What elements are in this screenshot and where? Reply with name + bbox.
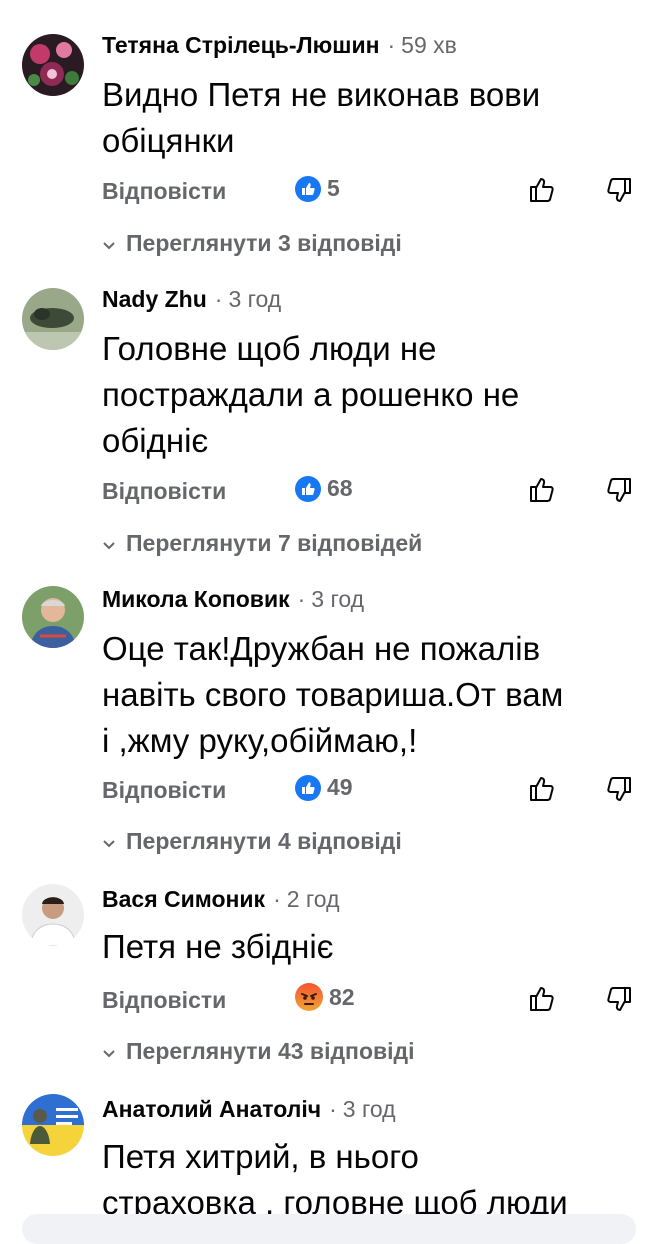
comment-header: Анатолий Анатоліч · 3 год — [102, 1096, 396, 1123]
separator: · — [214, 286, 223, 312]
reaction-count: 68 — [327, 475, 353, 501]
reaction-summary[interactable]: 49 — [295, 774, 353, 801]
like-reaction-icon — [295, 475, 321, 502]
thumb-down-icon[interactable] — [603, 775, 633, 805]
comment-text-line: Видно Петя не виконав вови — [102, 76, 541, 113]
comment-text: Петя хитрий, в нього страховка , головне… — [102, 1134, 642, 1224]
avatar[interactable] — [22, 1094, 84, 1156]
comment-text: Головне щоб люди не постраждали а рошенк… — [102, 326, 642, 464]
thumb-down-icon[interactable] — [603, 476, 633, 506]
timestamp[interactable]: 3 год — [228, 286, 281, 312]
comment-text: Петя не збідніє — [102, 924, 642, 970]
timestamp[interactable]: 3 год — [343, 1096, 396, 1122]
comment-text-line: Петя хитрий, в нього — [102, 1138, 419, 1175]
author-name[interactable]: Тетяна Стрілець-Люшин — [102, 32, 379, 58]
thumb-up-icon[interactable] — [528, 983, 558, 1013]
chevron-down-icon — [102, 530, 116, 557]
view-replies-link[interactable]: Переглянути 43 відповіді — [102, 1038, 415, 1065]
view-replies-label: Переглянути 3 відповіді — [126, 230, 402, 256]
author-name[interactable]: Вася Симоник — [102, 886, 265, 912]
comment-text: Видно Петя не виконав вови обіцянки — [102, 72, 642, 164]
author-name[interactable]: Nady Zhu — [102, 286, 207, 312]
timestamp[interactable]: 3 год — [311, 586, 364, 612]
thumb-down-icon[interactable] — [603, 985, 633, 1015]
comment-header: Nady Zhu · 3 год — [102, 286, 281, 313]
reaction-summary[interactable]: 82 — [295, 983, 355, 1011]
reply-button[interactable]: Відповісти — [102, 777, 226, 804]
view-replies-label: Переглянути 4 відповіді — [126, 828, 402, 854]
reaction-summary[interactable]: 68 — [295, 475, 353, 502]
reaction-count: 5 — [327, 175, 340, 201]
chevron-down-icon — [102, 828, 116, 855]
comment-text-line: Головне щоб люди не — [102, 330, 437, 367]
view-replies-link[interactable]: Переглянути 3 відповіді — [102, 230, 402, 257]
avatar[interactable] — [22, 586, 84, 648]
reply-button[interactable]: Відповісти — [102, 178, 226, 205]
chevron-down-icon — [102, 1038, 116, 1065]
like-reaction-icon — [295, 774, 321, 801]
separator: · — [297, 586, 306, 612]
comment-header: Тетяна Стрілець-Люшин · 59 хв — [102, 32, 457, 59]
comment-text-line: Петя не збідніє — [102, 928, 334, 965]
timestamp[interactable]: 59 хв — [401, 32, 457, 58]
comment-header: Микола Коповик · 3 год — [102, 586, 364, 613]
reaction-count: 49 — [327, 774, 353, 800]
timestamp[interactable]: 2 год — [287, 886, 340, 912]
thumb-up-icon[interactable] — [528, 174, 558, 204]
angry-reaction-icon — [295, 983, 323, 1011]
comment-text-line: обіцянки — [102, 122, 235, 159]
chevron-down-icon — [102, 230, 116, 257]
view-replies-label: Переглянути 7 відповідей — [126, 530, 423, 556]
separator: · — [387, 32, 396, 58]
reaction-summary[interactable]: 5 — [295, 175, 340, 202]
reaction-count: 82 — [329, 983, 355, 1010]
bottom-input-bar[interactable] — [22, 1214, 636, 1244]
separator: · — [329, 1096, 337, 1122]
comment-text-line: постраждали а рошенко не — [102, 376, 520, 413]
thumb-down-icon[interactable] — [603, 176, 633, 206]
view-replies-link[interactable]: Переглянути 7 відповідей — [102, 530, 422, 557]
avatar[interactable] — [22, 884, 84, 946]
view-replies-link[interactable]: Переглянути 4 відповіді — [102, 828, 402, 855]
reply-button[interactable]: Відповісти — [102, 478, 226, 505]
author-name[interactable]: Анатолий Анатоліч — [102, 1096, 321, 1122]
author-name[interactable]: Микола Коповик — [102, 586, 290, 612]
avatar[interactable] — [22, 34, 84, 96]
thumb-up-icon[interactable] — [528, 773, 558, 803]
view-replies-label: Переглянути 43 відповіді — [126, 1038, 415, 1064]
comment-text-line: Оце так!Дружбан не пожалів — [102, 630, 541, 667]
avatar[interactable] — [22, 288, 84, 350]
like-reaction-icon — [295, 175, 321, 202]
comment-header: Вася Симоник · 2 год — [102, 886, 340, 913]
comment-text-line: і ,жму руку,обіймаю,! — [102, 722, 418, 759]
separator: · — [273, 886, 281, 912]
reply-button[interactable]: Відповісти — [102, 987, 226, 1014]
comment-text: Оце так!Дружбан не пожалів навіть свого … — [102, 626, 642, 764]
comment-text-line: обідніє — [102, 422, 209, 459]
thumb-up-icon[interactable] — [528, 474, 558, 504]
comment-text-line: навіть свого товариша.От вам — [102, 676, 564, 713]
